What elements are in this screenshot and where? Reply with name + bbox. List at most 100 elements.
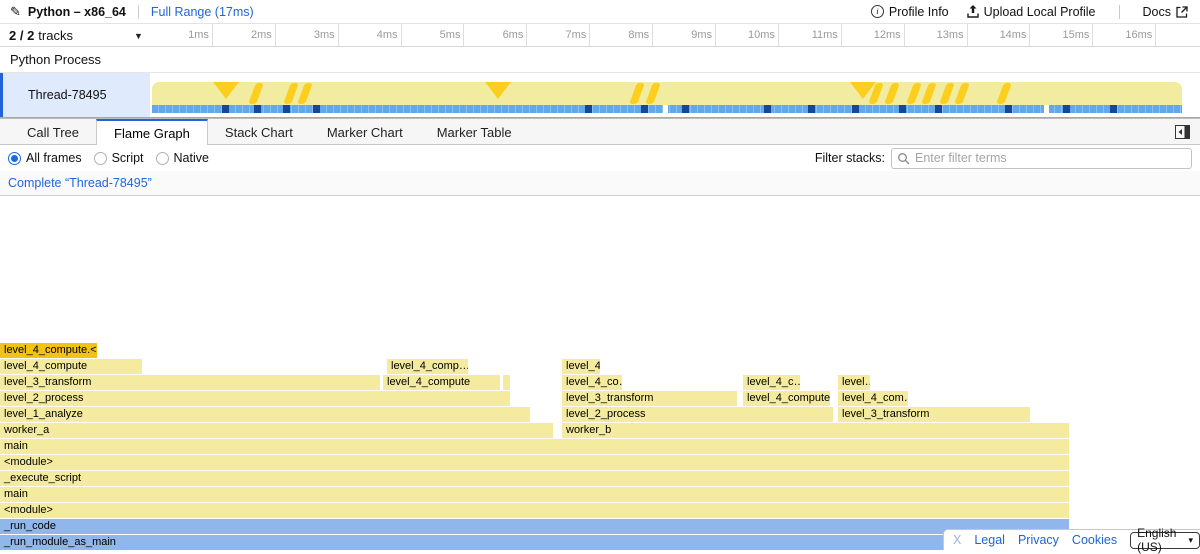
tracks-word: tracks <box>38 28 73 43</box>
breadcrumb-row: Complete “Thread-78495” <box>0 171 1200 196</box>
radio-circle-icon <box>156 152 169 165</box>
flame-frame[interactable]: level_3_transform <box>562 391 737 406</box>
footer-link-legal[interactable]: Legal <box>974 533 1005 547</box>
flame-frame[interactable]: _run_code <box>0 519 1069 534</box>
activity-marker-slash-icon <box>884 83 900 104</box>
sidebar-toggle-icon[interactable] <box>1175 125 1190 139</box>
flame-frame[interactable]: <module> <box>0 455 1069 470</box>
footer: X Legal Privacy Cookies English (US) ▾ <box>943 529 1200 550</box>
flame-frame[interactable]: level_4_compute <box>743 391 830 406</box>
activity-marker-slash-icon <box>939 83 955 104</box>
sample-segment-dark <box>682 105 689 113</box>
process-track-header[interactable]: Python Process <box>0 47 1200 73</box>
flame-frame[interactable]: level_4_com… <box>838 391 908 406</box>
flame-graph[interactable]: level_4_compute.<l…level_4_computelevel_… <box>0 196 1200 550</box>
activity-marker-slash-icon <box>283 83 299 104</box>
tracks-summary: 2 / 2 tracks ▼ <box>0 24 150 46</box>
flame-frame[interactable]: main <box>0 487 1069 502</box>
radio-option-all-frames[interactable]: All frames <box>8 151 82 165</box>
flame-frame[interactable]: level_4_compute.<l… <box>0 343 97 358</box>
external-link-icon <box>1176 6 1188 18</box>
flame-frame[interactable]: level_2_process <box>562 407 833 422</box>
radio-option-native[interactable]: Native <box>156 151 209 165</box>
footer-x-button[interactable]: X <box>953 533 961 547</box>
tracks-count: 2 / 2 <box>9 28 34 43</box>
flame-frame[interactable]: worker_a <box>0 423 553 438</box>
activity-graph <box>152 82 1182 105</box>
filter-area: Filter stacks: <box>815 148 1192 169</box>
footer-link-privacy[interactable]: Privacy <box>1018 533 1059 547</box>
sample-gap <box>663 105 668 113</box>
radio-label: Script <box>112 151 144 165</box>
flame-frame[interactable]: level_2_process <box>0 391 510 406</box>
chevron-down-icon: ▾ <box>1188 536 1193 545</box>
flame-frame[interactable]: level_4… <box>562 359 600 374</box>
filter-stacks-input[interactable] <box>891 148 1192 169</box>
footer-link-cookies[interactable]: Cookies <box>1072 533 1117 547</box>
ruler-ticks: 1ms2ms3ms4ms5ms6ms7ms8ms9ms10ms11ms12ms1… <box>150 24 1156 46</box>
ruler-tick: 11ms <box>779 24 842 46</box>
tab-marker-table[interactable]: Marker Table <box>420 119 529 144</box>
activity-marker-slash-icon <box>906 83 922 104</box>
activity-marker-slash-icon <box>954 83 970 104</box>
radio-label: All frames <box>26 151 82 165</box>
tab-stack-chart[interactable]: Stack Chart <box>208 119 310 144</box>
radio-circle-icon <box>94 152 107 165</box>
tab-call-tree[interactable]: Call Tree <box>10 119 96 144</box>
thread-track-label[interactable]: Thread-78495 <box>0 73 150 117</box>
sample-segment-dark <box>764 105 771 113</box>
ruler-tick: 7ms <box>527 24 590 46</box>
upload-profile-button[interactable]: Upload Local Profile <box>967 5 1096 19</box>
flame-frame[interactable]: worker_b <box>562 423 1069 438</box>
tab-list: Call TreeFlame GraphStack ChartMarker Ch… <box>10 119 529 144</box>
flame-frame[interactable]: <module> <box>0 503 1069 518</box>
flame-frame[interactable]: _run_module_as_main <box>0 535 1069 550</box>
flame-frame[interactable]: main <box>0 439 1069 454</box>
header-left: ✎ Python – x86_64 Full Range (17ms) <box>0 5 254 19</box>
ruler-tick: 5ms <box>402 24 465 46</box>
flame-frame[interactable]: _execute_script <box>0 471 1069 486</box>
radio-label: Native <box>174 151 209 165</box>
breadcrumb[interactable]: Complete “Thread-78495” <box>8 176 152 190</box>
upload-icon <box>967 5 979 18</box>
profile-info-button[interactable]: i Profile Info <box>871 5 949 19</box>
flame-frame[interactable]: level_4_co… <box>562 375 622 390</box>
header-divider <box>1119 5 1120 19</box>
sample-segment-dark <box>222 105 229 113</box>
activity-marker-slash-icon <box>996 83 1012 104</box>
flame-frame[interactable]: level_1_analyze <box>0 407 530 422</box>
footer-links: Legal Privacy Cookies <box>974 533 1117 547</box>
flame-frame[interactable]: level_3_transform <box>838 407 1030 422</box>
flame-frame[interactable]: level_4_c… <box>743 375 800 390</box>
timeline-ruler: 2 / 2 tracks ▼ 1ms2ms3ms4ms5ms6ms7ms8ms9… <box>0 24 1200 47</box>
sample-segment-dark <box>585 105 592 113</box>
flame-graph-settings: All frames Script Native Filter stacks: <box>0 145 1200 171</box>
flame-frame[interactable]: level… <box>838 375 870 390</box>
info-icon: i <box>871 5 884 18</box>
ruler-tick: 13ms <box>905 24 968 46</box>
header-divider <box>138 5 139 19</box>
ruler-tick: 10ms <box>716 24 779 46</box>
docs-link[interactable]: Docs <box>1143 5 1188 19</box>
ruler-tick: 6ms <box>464 24 527 46</box>
thread-name: Thread-78495 <box>28 88 107 102</box>
flame-frame[interactable]: level_4_compute <box>383 375 500 390</box>
upload-label: Upload Local Profile <box>984 5 1096 19</box>
flame-frame[interactable] <box>503 375 510 390</box>
flame-frame[interactable]: level_4_compute <box>0 359 142 374</box>
tracks-dropdown-caret-icon[interactable]: ▼ <box>134 31 143 41</box>
radio-option-script[interactable]: Script <box>94 151 144 165</box>
flame-frame[interactable]: level_4_comp… <box>387 359 468 374</box>
activity-marker-triangle-icon <box>485 82 511 99</box>
thread-track-canvas[interactable] <box>150 73 1200 117</box>
tab-flame-graph[interactable]: Flame Graph <box>96 119 208 145</box>
flame-frame[interactable]: level_3_transform <box>0 375 380 390</box>
edit-pencil-icon[interactable]: ✎ <box>10 5 21 18</box>
ruler-tick: 4ms <box>339 24 402 46</box>
full-range-button[interactable]: Full Range (17ms) <box>151 5 254 19</box>
process-track-label: Python Process <box>10 52 101 67</box>
ruler-tick: 14ms <box>968 24 1031 46</box>
language-select[interactable]: English (US) ▾ <box>1130 532 1200 549</box>
ruler-tick: 8ms <box>590 24 653 46</box>
tab-marker-chart[interactable]: Marker Chart <box>310 119 420 144</box>
